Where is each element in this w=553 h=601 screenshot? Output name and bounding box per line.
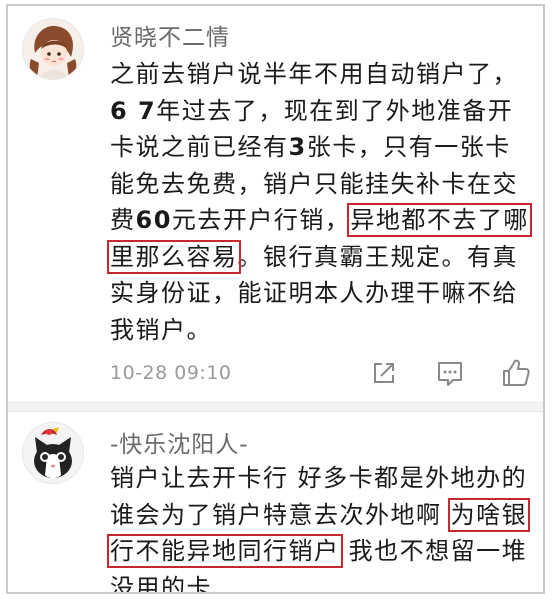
comment-text: 之前去销户说半年不用自动销户了， 6 7年过去了，现在到了外地准备开 卡说之前已…	[107, 56, 538, 349]
text-segment: 卡说之前已经有	[110, 133, 289, 161]
highlighted-text: 为啥银	[447, 497, 531, 532]
reply-icon[interactable]	[433, 356, 467, 390]
comment-feed: 贤晓不二情 之前去销户说半年不用自动销户了， 6 7年过去了，现在到了外地准备开…	[6, 4, 545, 594]
girl-avatar-icon	[23, 19, 83, 79]
cat-avatar-icon	[23, 423, 83, 483]
text-line: 里那么容易。银行真霸王规定。有真	[107, 239, 538, 276]
timestamp: 10-28 09:10	[110, 362, 232, 384]
text-segment: 谁会为了销户特意去次外地啊	[110, 500, 451, 529]
text-line: 能免去免费，销户只能挂失补卡在交	[110, 166, 538, 203]
text-line: 之前去销户说半年不用自动销户了，	[110, 56, 538, 93]
text-segment: 年过去了，现在到了外地准备开	[156, 96, 514, 125]
text-line: 行不能异地同行销户 我也不想留一堆	[107, 533, 538, 570]
like-icon[interactable]	[499, 356, 533, 390]
share-icon[interactable]	[367, 356, 401, 390]
text-line: 费60元去开户行销，异地都不去了哪	[110, 202, 538, 239]
username[interactable]: -快乐沈阳人-	[110, 425, 249, 459]
text-segment: 60	[135, 206, 172, 234]
text-line: 我销户。	[110, 312, 538, 349]
highlighted-text: 异地都不去了哪	[347, 203, 532, 237]
text-line: 谁会为了销户特意去次外地啊 为啥银	[110, 497, 538, 534]
text-segment: 实身份证，能证明本人办理干嘛不给	[110, 279, 518, 307]
text-segment: 。银行真霸王规定。有真	[237, 242, 518, 271]
avatar[interactable]	[22, 18, 84, 80]
text-segment: 6 7	[110, 96, 157, 125]
avatar[interactable]	[22, 422, 84, 484]
text-segment: 张卡，只有一张卡	[306, 133, 511, 161]
comment-meta: 10-28 09:10	[110, 356, 533, 392]
text-segment: 我销户。	[110, 315, 212, 344]
text-segment: 3	[288, 133, 307, 161]
highlighted-text: 行不能异地同行销户	[107, 534, 343, 568]
text-segment: 没用的卡	[110, 573, 212, 594]
text-line: 卡说之前已经有3张卡，只有一张卡	[110, 129, 538, 166]
text-segment: 我也不想留一堆	[339, 537, 528, 565]
text-line: 没用的卡	[110, 570, 538, 594]
text-segment: 元去开户行销，	[171, 206, 351, 234]
text-line: 6 7年过去了，现在到了外地准备开	[110, 93, 538, 130]
text-segment: 销户让去开卡行 好多卡都是外地办的	[110, 464, 528, 492]
comment-item: 贤晓不二情 之前去销户说半年不用自动销户了， 6 7年过去了，现在到了外地准备开…	[8, 6, 543, 400]
username[interactable]: 贤晓不二情	[110, 18, 230, 52]
comment-text: 销户让去开卡行 好多卡都是外地办的 谁会为了销户特意去次外地啊 为啥银 行不能异…	[107, 460, 538, 594]
text-line: 销户让去开卡行 好多卡都是外地办的	[110, 460, 538, 497]
text-segment: 能免去免费，销户只能挂失补卡在交	[110, 169, 518, 198]
text-segment: 之前去销户说半年不用自动销户了，	[110, 60, 518, 88]
text-segment: 费	[110, 206, 136, 234]
highlighted-text: 里那么容易	[107, 239, 241, 274]
text-line: 实身份证，能证明本人办理干嘛不给	[110, 275, 538, 312]
comment-item: -快乐沈阳人- 销户让去开卡行 好多卡都是外地办的 谁会为了销户特意去次外地啊 …	[8, 408, 543, 594]
